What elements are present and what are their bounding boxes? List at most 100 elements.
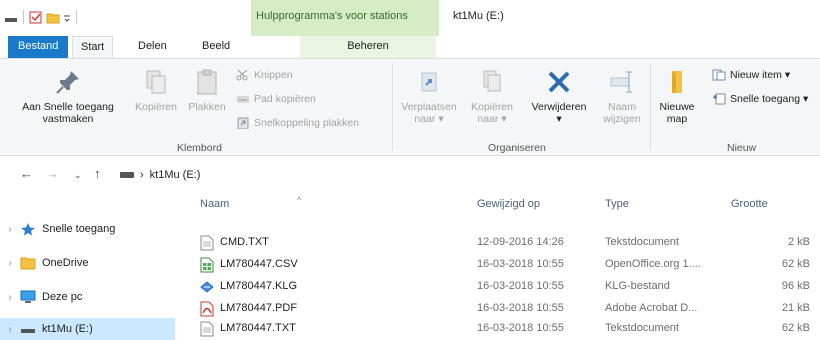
column-header-size[interactable]: Grootte (731, 198, 768, 226)
customize-toolbar-icon[interactable] (63, 11, 71, 24)
column-header-type[interactable]: Type (605, 198, 629, 226)
drive-icon[interactable] (4, 11, 18, 24)
nav-label-onedrive: OneDrive (42, 257, 89, 269)
new-folder-icon[interactable] (46, 11, 60, 24)
copy-to-button[interactable]: Kopiëren naar ▾ (464, 67, 520, 125)
folder-icon (20, 256, 36, 270)
new-folder-button[interactable]: Nieuwe map (654, 67, 700, 125)
new-folder-label-line2: map (666, 113, 688, 125)
file-size: 2 kB (787, 236, 810, 248)
pin-label-line2: vastmaken (42, 113, 94, 125)
recent-locations-chevron-icon[interactable]: ⌄ (74, 170, 82, 181)
column-header-name[interactable]: Naam (200, 198, 229, 226)
delete-dropdown-icon[interactable]: ▾ (524, 113, 594, 125)
expand-chevron-icon[interactable]: › (0, 258, 20, 269)
file-name: LM780447.KLG (220, 280, 298, 292)
ribbon: Aan Snelle toegang vastmaken Kopiëren Pl… (0, 58, 820, 156)
file-size: 96 kB (781, 280, 810, 292)
address-row: ← → ⌄ ↑ › kt1Mu (E:) (0, 160, 820, 190)
forward-arrow-icon[interactable]: → (46, 166, 59, 181)
group-label-organize: Organiseren (488, 142, 546, 154)
file-size: 62 kB (781, 322, 810, 334)
file-row[interactable]: LM780447.KLG 16-03-2018 10:55 KLG-bestan… (196, 276, 820, 298)
easy-access-label: Snelle toegang ▾ (730, 93, 809, 105)
nav-item-drive[interactable]: › kt1Mu (E:) (0, 318, 175, 340)
navigation-pane: › Snelle toegang › OneDrive › Deze pc › … (0, 196, 180, 340)
pin-icon (56, 71, 79, 94)
drive-icon (20, 322, 36, 336)
expand-chevron-icon[interactable]: › (0, 292, 20, 303)
column-header-modified[interactable]: Gewijzigd op (477, 198, 540, 226)
group-label-clipboard: Klembord (177, 142, 222, 154)
spreadsheet-file-icon (200, 257, 214, 273)
copy-path-label: Pad kopiëren (254, 93, 316, 105)
new-item-button[interactable]: Nieuw item ▾ (712, 69, 790, 81)
paste-shortcut-button[interactable]: Snelkoppeling plakken (236, 117, 359, 130)
group-label-new: Nieuw (727, 142, 757, 154)
easy-access-icon (712, 93, 726, 105)
toolbar-divider (76, 10, 77, 24)
file-modified: 12-09-2016 14:26 (477, 236, 564, 248)
tab-manage[interactable]: Beheren (300, 36, 436, 58)
file-row[interactable]: CMD.TXT 12-09-2016 14:26 Tekstdocument 2… (196, 232, 820, 254)
ribbon-tabs: Bestand Start Delen Beeld Beheren (0, 36, 820, 59)
tab-share[interactable]: Delen (130, 36, 175, 58)
rename-button[interactable]: Naam wijzigen (598, 67, 646, 125)
copy-path-icon (236, 93, 250, 105)
up-arrow-icon[interactable]: ↑ (94, 166, 101, 181)
copy-to-label-line1: Kopiëren (470, 101, 514, 113)
copy-to-icon (483, 70, 501, 92)
file-name: LM780447.CSV (220, 258, 298, 270)
rename-icon (610, 71, 632, 93)
tab-start[interactable]: Start (72, 36, 114, 59)
quick-access-toolbar (4, 10, 79, 24)
address-separator[interactable]: › (140, 169, 144, 181)
file-name: CMD.TXT (220, 236, 269, 248)
address-bar[interactable]: › kt1Mu (E:) (120, 164, 815, 186)
easy-access-button[interactable]: Snelle toegang ▾ (712, 93, 808, 105)
toolbar-divider (23, 10, 24, 24)
expand-chevron-icon[interactable]: › (0, 224, 20, 235)
new-folder-label-line1: Nieuwe (659, 101, 695, 113)
file-modified: 16-03-2018 10:55 (477, 322, 564, 334)
tab-view[interactable]: Beeld (194, 36, 238, 58)
file-modified: 16-03-2018 10:55 (477, 302, 564, 314)
move-to-label-line2: naar ▾ (414, 113, 444, 125)
paste-button[interactable]: Plakken (184, 67, 230, 113)
pin-to-quick-access-button[interactable]: Aan Snelle toegang vastmaken (6, 67, 130, 125)
move-to-icon (421, 72, 437, 92)
address-location[interactable]: kt1Mu (E:) (150, 169, 201, 181)
paste-label: Plakken (188, 101, 226, 113)
properties-icon[interactable] (29, 11, 43, 24)
file-row[interactable]: LM780447.CSV 16-03-2018 10:55 OpenOffice… (196, 254, 820, 276)
expand-chevron-icon[interactable]: › (0, 324, 20, 335)
pdf-file-icon (200, 301, 214, 317)
file-row[interactable]: LM780447.TXT 16-03-2018 10:55 Tekstdocum… (196, 318, 820, 340)
context-group-title: Hulpprogramma's voor stations (256, 10, 408, 22)
copy-path-button[interactable]: Pad kopiëren (236, 93, 316, 105)
copy-button[interactable]: Kopiëren (130, 67, 182, 113)
copy-to-label-line2: naar ▾ (477, 113, 507, 125)
file-row[interactable]: LM780447.PDF 16-03-2018 10:55 Adobe Acro… (196, 298, 820, 320)
move-to-button[interactable]: Verplaatsen naar ▾ (396, 67, 462, 125)
tab-file[interactable]: Bestand (8, 36, 69, 58)
nav-label-this-pc: Deze pc (42, 291, 83, 303)
delete-button[interactable]: Verwijderen ▾ (524, 67, 594, 125)
drive-icon (120, 172, 134, 178)
nav-item-quick-access[interactable]: › Snelle toegang (0, 218, 175, 240)
nav-item-this-pc[interactable]: › Deze pc (0, 286, 175, 308)
file-type: Tekstdocument (605, 322, 679, 334)
file-type: Tekstdocument (605, 236, 679, 248)
sort-ascending-icon: ^ (297, 195, 302, 205)
cut-button[interactable]: Knippen (236, 69, 293, 81)
file-size: 21 kB (781, 302, 810, 314)
nav-item-onedrive[interactable]: › OneDrive (0, 252, 175, 274)
klg-file-icon (200, 281, 214, 293)
file-type: KLG-bestand (605, 280, 670, 292)
copy-icon (146, 70, 166, 94)
delete-label: Verwijderen (531, 101, 587, 113)
back-arrow-icon[interactable]: ← (20, 166, 33, 181)
cut-label: Knippen (254, 69, 293, 81)
file-size: 62 kB (781, 258, 810, 270)
computer-icon (20, 290, 36, 304)
